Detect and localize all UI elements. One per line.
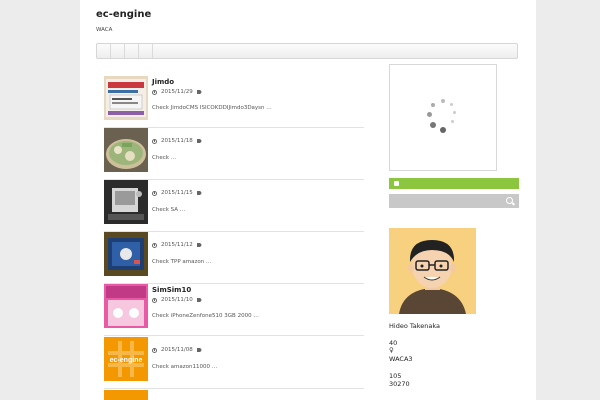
clock-icon bbox=[152, 190, 157, 196]
nav-item[interactable] bbox=[139, 44, 153, 58]
post-excerpt: Check iPhoneZenfone510 3GB 2000 … bbox=[152, 313, 259, 319]
profile-info-line: 30270 bbox=[389, 380, 410, 388]
post-title[interactable]: SimSim10 bbox=[152, 286, 191, 294]
post-excerpt: Check SA … bbox=[152, 207, 186, 213]
post-thumbnail-desk-device[interactable] bbox=[104, 180, 148, 224]
tag-icon[interactable] bbox=[196, 90, 202, 94]
nav-item[interactable] bbox=[97, 44, 111, 58]
nav-item[interactable] bbox=[125, 44, 139, 58]
post-meta: 2015/11/10 bbox=[152, 297, 202, 303]
post-date: 2015/11/12 bbox=[161, 242, 193, 248]
tag-icon[interactable] bbox=[196, 243, 202, 247]
post-item[interactable]: 2015/11/12 Check TPP amazon … bbox=[104, 232, 364, 284]
post-thumbnail-food-bowl[interactable] bbox=[104, 128, 148, 172]
logo-text: ec-engine bbox=[110, 357, 143, 364]
post-date: 2015/11/15 bbox=[161, 190, 193, 196]
post-meta: 2015/11/08 bbox=[152, 347, 202, 353]
tag-icon[interactable] bbox=[196, 139, 202, 143]
post-title[interactable]: Jimdo bbox=[152, 78, 174, 86]
clock-icon bbox=[152, 297, 157, 303]
post-thumbnail-pink-package[interactable] bbox=[104, 284, 148, 328]
site-tagline: WACA bbox=[96, 27, 113, 33]
tag-icon[interactable] bbox=[196, 348, 202, 352]
post-date: 2015/11/08 bbox=[161, 347, 193, 353]
clock-icon bbox=[152, 89, 157, 95]
post-thumbnail[interactable] bbox=[104, 390, 148, 400]
clock-icon bbox=[152, 242, 157, 248]
tag-icon[interactable] bbox=[196, 191, 202, 195]
post-thumbnail-blue-device[interactable] bbox=[104, 232, 148, 276]
clock-icon bbox=[152, 347, 157, 353]
feed-bar[interactable] bbox=[389, 178, 519, 189]
post-item[interactable]: ec-engine 2015/11/08 Check amazon11000 … bbox=[104, 337, 364, 389]
post-thumbnail-jimdo-screenshot[interactable] bbox=[104, 76, 148, 120]
profile-info-line: WACA3 bbox=[389, 355, 413, 363]
post-meta: 2015/11/15 bbox=[152, 190, 202, 196]
post-meta: 2015/11/29 bbox=[152, 89, 202, 95]
post-meta: 2015/11/12 bbox=[152, 242, 202, 248]
post-excerpt: Check JimdoCMS ISICOKDDIJimdo3Daysn … bbox=[152, 105, 272, 111]
post-item[interactable]: 2015/11/15 Check SA … bbox=[104, 180, 364, 232]
post-date: 2015/11/29 bbox=[161, 89, 193, 95]
post-thumbnail-ec-engine-logo[interactable]: ec-engine bbox=[104, 337, 148, 381]
clock-icon bbox=[152, 138, 157, 144]
post-item[interactable]: Jimdo 2015/11/29 Check JimdoCMS ISICOKDD… bbox=[104, 76, 364, 128]
profile-info-line: 105 bbox=[389, 372, 402, 380]
search-bar[interactable] bbox=[389, 194, 519, 208]
post-item[interactable]: 2015/11/18 Check … bbox=[104, 128, 364, 180]
main-navigation bbox=[96, 43, 518, 59]
loading-widget bbox=[389, 64, 497, 171]
profile-name: Hideo Takenaka bbox=[389, 322, 441, 330]
tag-icon[interactable] bbox=[196, 298, 202, 302]
feed-icon bbox=[394, 181, 399, 186]
post-excerpt: Check … bbox=[152, 155, 177, 161]
post-date: 2015/11/10 bbox=[161, 297, 193, 303]
avatar bbox=[389, 228, 476, 314]
post-excerpt: Check amazon11000 … bbox=[152, 364, 218, 370]
post-excerpt: Check TPP amazon … bbox=[152, 259, 212, 265]
search-icon[interactable] bbox=[506, 197, 513, 204]
post-item[interactable]: SimSim10 2015/11/10 Check iPhoneZenfone5… bbox=[104, 284, 364, 336]
post-meta: 2015/11/18 bbox=[152, 138, 202, 144]
site-title[interactable]: ec-engine bbox=[96, 9, 151, 20]
nav-item[interactable] bbox=[111, 44, 125, 58]
post-date: 2015/11/18 bbox=[161, 138, 193, 144]
profile-info-line: ♀ bbox=[389, 346, 394, 354]
